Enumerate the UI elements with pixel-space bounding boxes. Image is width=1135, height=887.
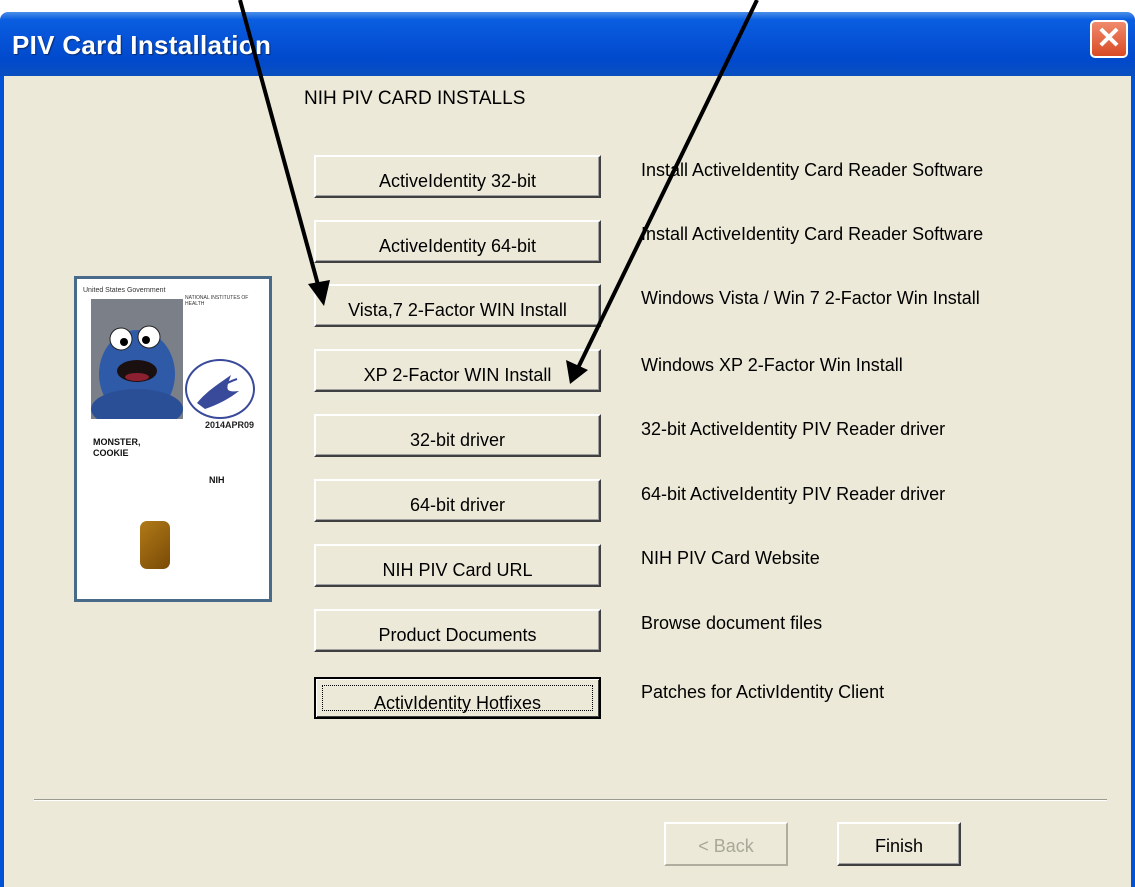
- piv-card-installation-window: PIV Card Installation ✕ NIH PIV CARD INS…: [0, 0, 1135, 887]
- card-institute-text: NATIONAL INSTITUTES OF HEALTH: [185, 295, 249, 307]
- card-holder-given-name: COOKIE: [93, 448, 129, 458]
- card-agency: NIH: [209, 475, 225, 485]
- card-holder-name: MONSTER, COOKIE: [93, 437, 141, 459]
- xp-2factor-install-button[interactable]: XP 2-Factor WIN Install: [314, 349, 601, 392]
- button-label: ActiveIdentity 64-bit: [378, 236, 537, 256]
- description-vista-7-install: Windows Vista / Win 7 2-Factor Win Insta…: [641, 288, 980, 308]
- back-button-label: < Back: [698, 836, 754, 856]
- description-32bit-driver: 32-bit ActiveIdentity PIV Reader driver: [641, 419, 946, 439]
- finish-button[interactable]: Finish: [837, 822, 961, 866]
- description-nih-piv-url: NIH PIV Card Website: [641, 548, 820, 568]
- nih-piv-card-url-button[interactable]: NIH PIV Card URL: [314, 544, 601, 587]
- hhs-seal-icon: [185, 359, 255, 419]
- card-holder-surname: MONSTER,: [93, 437, 141, 447]
- description-hotfixes: Patches for ActivIdentity Client: [641, 682, 885, 702]
- button-label: ActiveIdentity 32-bit: [378, 171, 537, 191]
- window-title: PIV Card Installation: [12, 30, 272, 60]
- actividentity-hotfixes-button[interactable]: ActivIdentity Hotfixes: [314, 677, 601, 719]
- dialog-body: NIH PIV CARD INSTALLS United States Gove…: [0, 76, 1135, 887]
- button-label: NIH PIV Card URL: [382, 560, 533, 580]
- description-product-documents: Browse document files: [641, 613, 823, 633]
- description-64bit-driver: 64-bit ActiveIdentity PIV Reader driver: [641, 484, 946, 504]
- back-button[interactable]: < Back: [664, 822, 788, 866]
- close-icon: ✕: [1096, 22, 1122, 55]
- title-bar[interactable]: PIV Card Installation ✕: [0, 12, 1135, 76]
- product-documents-button[interactable]: Product Documents: [314, 609, 601, 652]
- page-title: NIH PIV CARD INSTALLS: [304, 88, 526, 109]
- description-activeidentity-64bit: Install ActiveIdentity Card Reader Softw…: [641, 224, 984, 244]
- button-label: Vista,7 2-Factor WIN Install: [348, 300, 567, 320]
- button-label: ActivIdentity Hotfixes: [373, 693, 542, 713]
- monster-portrait-icon: [91, 299, 183, 429]
- button-label: XP 2-Factor WIN Install: [363, 365, 552, 385]
- activeidentity-64bit-button[interactable]: ActiveIdentity 64-bit: [314, 220, 601, 263]
- 32bit-driver-button[interactable]: 32-bit driver: [314, 414, 601, 457]
- card-expiry-date: 2014APR09: [205, 420, 255, 430]
- button-label: 64-bit driver: [409, 495, 506, 515]
- close-button[interactable]: ✕: [1090, 20, 1128, 58]
- card-header-text: United States Government: [83, 287, 166, 294]
- 64bit-driver-button[interactable]: 64-bit driver: [314, 479, 601, 522]
- vista-7-2factor-install-button[interactable]: Vista,7 2-Factor WIN Install: [314, 284, 601, 327]
- cookie-monster-photo: [91, 299, 183, 429]
- footer-divider: [34, 799, 1107, 801]
- activeidentity-32bit-button[interactable]: ActiveIdentity 32-bit: [314, 155, 601, 198]
- description-activeidentity-32bit: Install ActiveIdentity Card Reader Softw…: [641, 160, 984, 180]
- smart-chip-icon: [140, 521, 170, 569]
- piv-card-image: United States Government NATIONAL INSTIT…: [74, 276, 272, 602]
- description-xp-install: Windows XP 2-Factor Win Install: [641, 355, 903, 375]
- button-label: Product Documents: [378, 625, 537, 645]
- finish-button-label: Finish: [874, 836, 923, 856]
- button-label: 32-bit driver: [409, 430, 506, 450]
